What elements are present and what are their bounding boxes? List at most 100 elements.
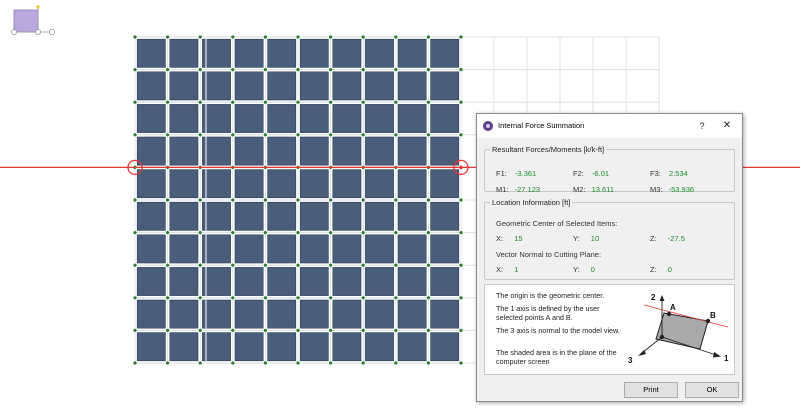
- shell-panel: [299, 136, 329, 166]
- shell-panel: [234, 234, 264, 264]
- node-point: [263, 328, 267, 332]
- ok-button[interactable]: OK: [685, 382, 739, 398]
- close-icon[interactable]: ✕: [720, 119, 734, 133]
- node-point: [361, 100, 365, 104]
- axis-3-label: 3: [628, 356, 633, 365]
- node-point: [394, 100, 398, 104]
- dialog-title-bar[interactable]: Internal Force Summation ? ✕: [477, 114, 742, 138]
- f2-value: -6.01: [591, 169, 610, 178]
- node-point: [459, 361, 463, 365]
- shell-panel: [397, 332, 427, 362]
- shell-panel: [299, 201, 329, 231]
- node-point: [263, 296, 267, 300]
- node-point: [394, 296, 398, 300]
- dialog-title: Internal Force Summation: [498, 121, 585, 130]
- node-point: [231, 68, 235, 72]
- shell-panel: [397, 234, 427, 264]
- node-point: [426, 361, 430, 365]
- shell-panel: [136, 234, 166, 264]
- node-point: [263, 198, 267, 202]
- node-point: [426, 68, 430, 72]
- node-point: [329, 35, 333, 39]
- node-point: [231, 231, 235, 235]
- node-point: [361, 296, 365, 300]
- node-point: [231, 263, 235, 267]
- shell-panel: [169, 234, 199, 264]
- shell-panel: [365, 201, 394, 231]
- shell-panel: [234, 332, 264, 362]
- point-a: [666, 311, 672, 317]
- node-point: [296, 231, 300, 235]
- node-point: [361, 68, 365, 72]
- node-point: [198, 263, 202, 267]
- shell-panel: [202, 38, 231, 68]
- node-point: [329, 68, 333, 72]
- dialog-footer: Print OK: [477, 376, 742, 401]
- node-point: [296, 263, 300, 267]
- node-point: [198, 296, 202, 300]
- node-point: [329, 133, 333, 137]
- app-icon: [483, 121, 493, 131]
- shell-panel: [299, 332, 329, 362]
- shell-panel: [267, 169, 297, 199]
- normal-x-label: X:: [496, 265, 504, 274]
- shell-panel: [332, 234, 362, 264]
- shell-panel: [365, 267, 394, 296]
- node-point: [329, 231, 333, 235]
- f2-label: F2:: [573, 169, 584, 178]
- shell-panel: [397, 71, 427, 101]
- node-point: [198, 133, 202, 137]
- node-point: [394, 361, 398, 365]
- origin-point: [659, 334, 665, 340]
- shell-panel: [430, 104, 460, 133]
- explanation-axis1: The 1 axis is defined by the user select…: [496, 304, 600, 322]
- shell-panel: [332, 104, 362, 133]
- node-point: [133, 328, 137, 332]
- shell-panel: [397, 136, 427, 166]
- node-point: [166, 100, 170, 104]
- node-point: [394, 328, 398, 332]
- node-point: [296, 296, 300, 300]
- axis-1-label: 1: [724, 354, 729, 363]
- shell-panel: [299, 104, 329, 133]
- node-point: [296, 198, 300, 202]
- point-a-label: A: [670, 303, 676, 312]
- node-point: [394, 198, 398, 202]
- axis-2-label: 2: [651, 293, 656, 302]
- node-point: [166, 35, 170, 39]
- node-point: [361, 263, 365, 267]
- shell-panel: [169, 267, 199, 296]
- node-point: [263, 100, 267, 104]
- node-point: [426, 198, 430, 202]
- shell-panel: [136, 267, 166, 296]
- center-y-value: 10: [590, 234, 600, 243]
- center-y-label: Y:: [573, 234, 580, 243]
- node-point: [426, 231, 430, 235]
- shell-panel: [169, 136, 199, 166]
- shell-panel: [430, 234, 460, 264]
- location-information-legend: Location Information [ft]: [492, 198, 571, 207]
- shell-panel: [136, 201, 166, 231]
- shell-panel: [234, 267, 264, 296]
- explanation-axis3: The 3 axis is normal to the model view.: [496, 326, 620, 335]
- m3-label: M3:: [650, 185, 663, 194]
- node-point: [296, 100, 300, 104]
- cut-point-b-dot: [459, 165, 463, 170]
- shell-panel: [267, 104, 297, 133]
- shell-panel: [365, 169, 394, 199]
- print-button[interactable]: Print: [624, 382, 678, 398]
- shell-panel: [430, 71, 460, 101]
- help-icon[interactable]: ?: [695, 119, 709, 133]
- node-point: [296, 361, 300, 365]
- axis-widget-icon: [11, 5, 55, 35]
- node-point: [231, 35, 235, 39]
- node-point: [133, 263, 137, 267]
- f3-value: 2.534: [668, 169, 688, 178]
- node-point: [231, 328, 235, 332]
- node-point: [263, 68, 267, 72]
- shell-panel: [234, 104, 264, 133]
- explanation-panel: The origin is the geometric center. The …: [484, 284, 735, 375]
- location-information-group: Location Information [ft] Geometric Cent…: [484, 198, 735, 280]
- node-point: [133, 231, 137, 235]
- node-point: [459, 133, 463, 137]
